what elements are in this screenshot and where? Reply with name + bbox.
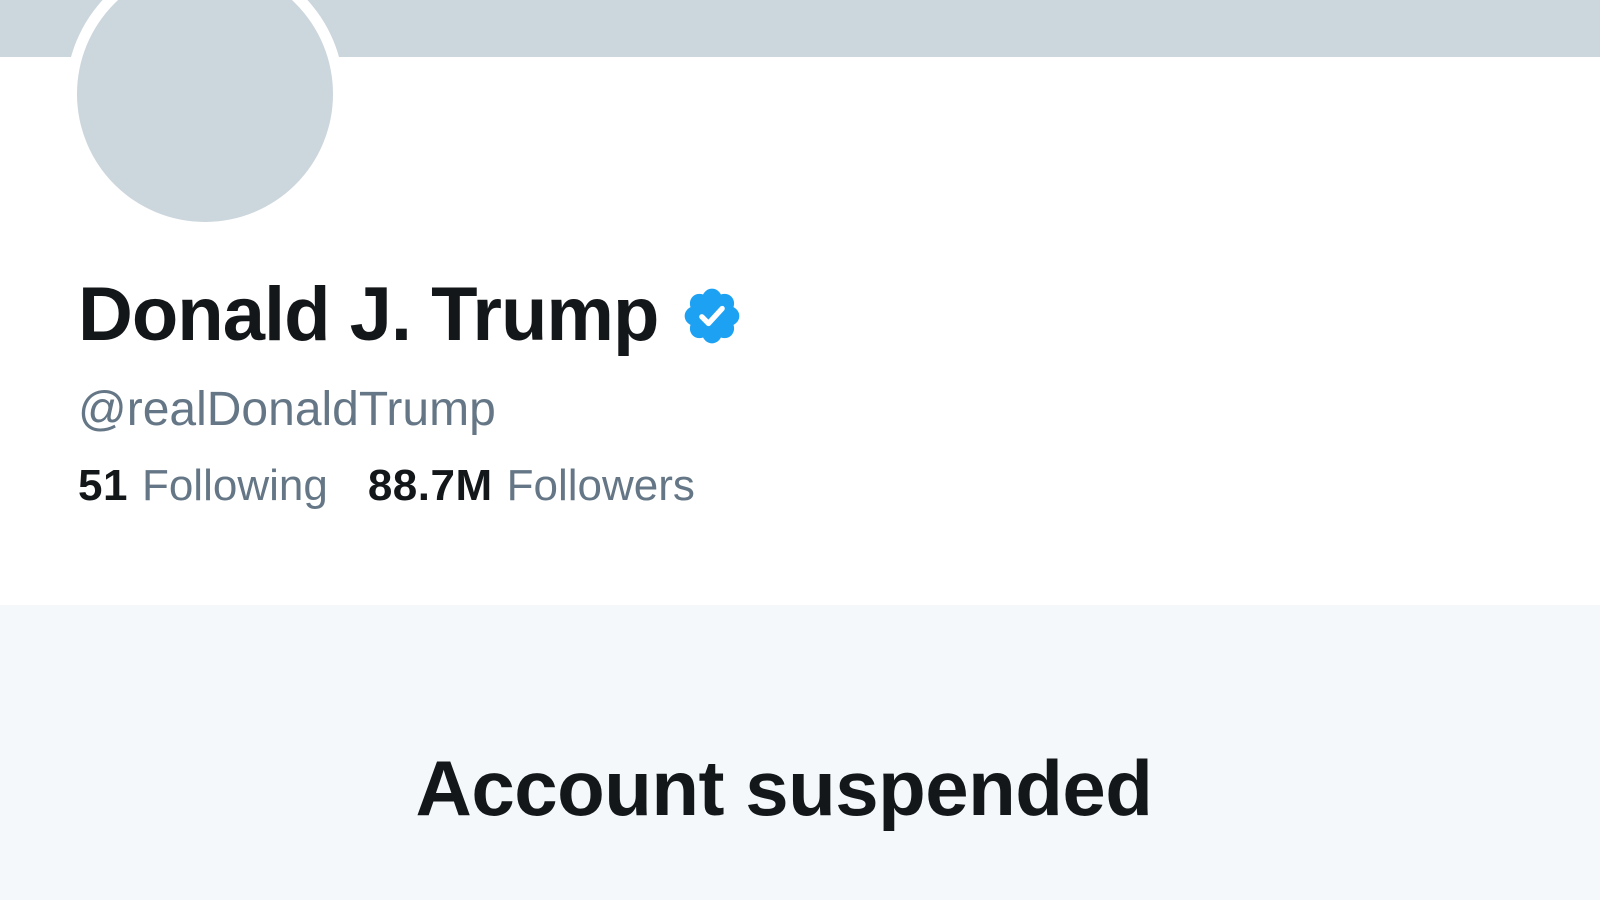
profile-stats: 51 Following 88.7M Followers [78, 458, 695, 514]
profile-display-name: Donald J. Trump [78, 272, 659, 357]
followers-label: Followers [506, 461, 695, 510]
followers-count: 88.7M [367, 461, 493, 510]
following-count: 51 [78, 461, 128, 510]
account-suspended-heading: Account suspended [415, 744, 1153, 832]
profile-name-row: Donald J. Trump [78, 272, 744, 358]
profile-handle: @realDonaldTrump [78, 383, 496, 436]
following-link[interactable]: 51 Following [78, 458, 328, 514]
profile-page: Donald J. Trump @realDonaldTrump 51 Foll… [0, 0, 1600, 900]
followers-link[interactable]: 88.7M Followers [368, 458, 695, 514]
verified-badge-icon [680, 284, 744, 348]
following-label: Following [141, 461, 328, 510]
